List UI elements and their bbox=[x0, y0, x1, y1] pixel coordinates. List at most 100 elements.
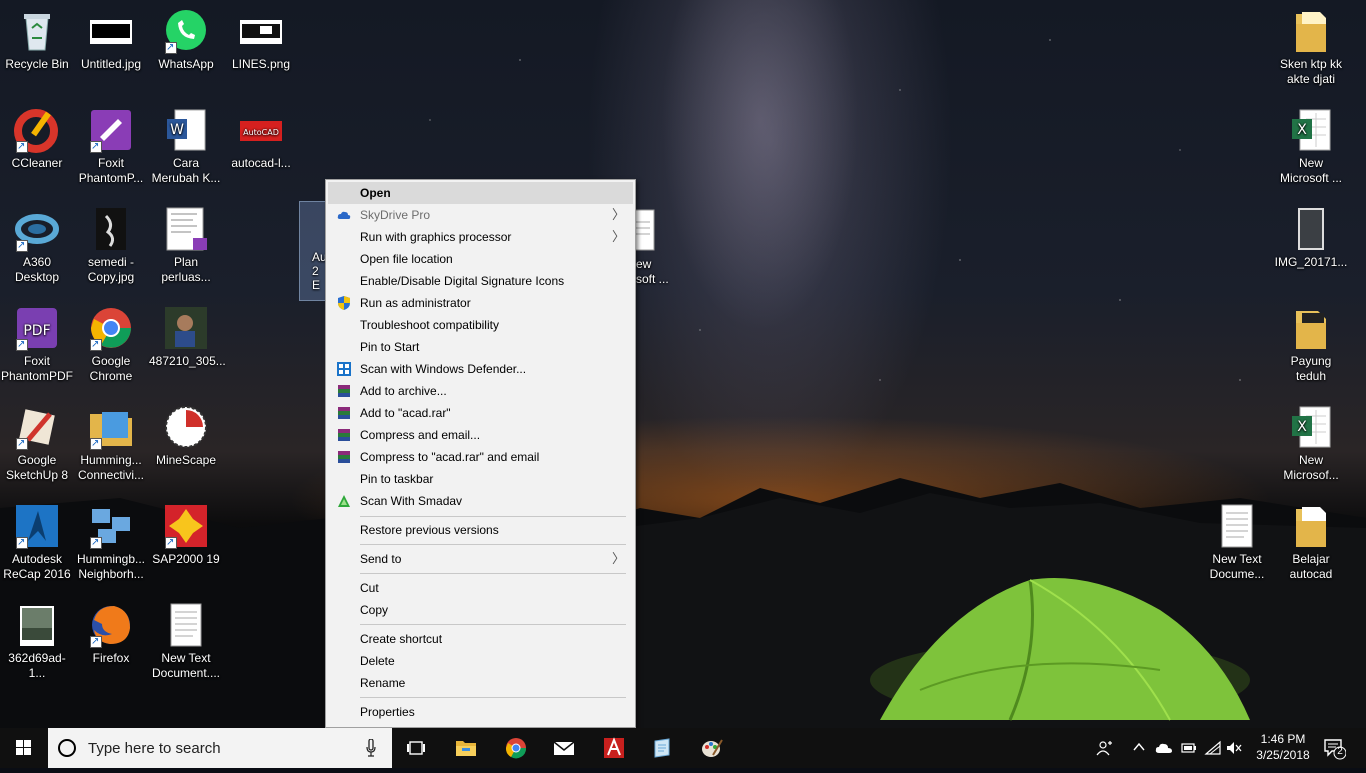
wifi-icon[interactable] bbox=[1204, 740, 1222, 756]
menu-item-label: Compress and email... bbox=[360, 428, 481, 442]
desktop-icon-new-text-document[interactable]: New Text Document.... bbox=[149, 598, 223, 681]
menu-item-label: SkyDrive Pro bbox=[360, 208, 431, 222]
document-icon bbox=[625, 206, 656, 251]
volume-muted-icon[interactable] bbox=[1226, 740, 1242, 756]
menu-separator bbox=[360, 544, 626, 545]
menu-item-label: Open file location bbox=[360, 252, 453, 266]
menu-item-create-shortcut[interactable]: Create shortcut bbox=[328, 628, 633, 650]
winrar-icon bbox=[338, 407, 350, 419]
network-computers-icon bbox=[88, 503, 134, 550]
menu-item-run-as-administrator[interactable]: Run as administrator bbox=[328, 292, 633, 314]
menu-item-properties[interactable]: Properties bbox=[328, 701, 633, 723]
microphone-icon[interactable] bbox=[366, 739, 376, 757]
menu-item-label: Add to "acad.rar" bbox=[360, 406, 451, 420]
taskbar: Type here to search 1:46 PM 3/25/2018 2 bbox=[0, 728, 1366, 768]
desktop-icon-new-microsoft-excel-1[interactable]: X New Microsoft ... bbox=[1274, 103, 1348, 186]
image-thumbnail-icon bbox=[1288, 206, 1334, 252]
taskbar-search-box[interactable]: Type here to search bbox=[48, 728, 392, 768]
task-view-button[interactable] bbox=[392, 728, 440, 768]
folder-icon bbox=[88, 404, 134, 451]
menu-item-label: Add to archive... bbox=[360, 384, 447, 398]
menu-item-open-file-location[interactable]: Open file location bbox=[328, 248, 633, 270]
desktop-icon-google-chrome[interactable]: Google Chrome bbox=[74, 301, 148, 384]
desktop-icon-belajar-autocad[interactable]: Belajar autocad bbox=[1274, 499, 1348, 582]
desktop-icon-new-text-document-2[interactable]: New Text Docume... bbox=[1200, 499, 1274, 582]
action-center-button[interactable]: 2 bbox=[1322, 736, 1347, 760]
desktop-icon-a360[interactable]: A360 Desktop bbox=[0, 202, 74, 285]
desktop-icon-label: WhatsApp bbox=[158, 57, 214, 71]
menu-item-label: Run with graphics processor bbox=[360, 230, 512, 244]
menu-item-delete[interactable]: Delete bbox=[328, 650, 633, 672]
desktop-icon-payung-teduh[interactable]: Payung teduh bbox=[1274, 301, 1348, 384]
desktop-icon-google-sketchup[interactable]: Google SketchUp 8 bbox=[0, 400, 74, 483]
menu-item-cut[interactable]: Cut bbox=[328, 577, 633, 599]
autocad-icon bbox=[604, 737, 624, 758]
desktop-icon-label: New Text Document.... bbox=[151, 651, 221, 680]
shortcut-arrow-icon bbox=[16, 238, 28, 253]
foxit-pdf-icon: PDF bbox=[14, 305, 60, 352]
desktop-icon-whatsapp[interactable]: WhatsApp bbox=[149, 4, 223, 72]
taskbar-file-explorer[interactable] bbox=[442, 728, 490, 768]
desktop-icon-label: New Text Docume... bbox=[1209, 552, 1265, 581]
menu-item-scan-with-smadav[interactable]: Scan With Smadav bbox=[328, 490, 633, 512]
desktop-icon-hummingbird-neighborhood[interactable]: Hummingb... Neighborh... bbox=[74, 499, 148, 582]
desktop-icon-foxit-phantompdf[interactable]: PDF Foxit PhantomPDF bbox=[0, 301, 74, 384]
battery-icon[interactable] bbox=[1180, 740, 1198, 756]
desktop-icon-plan-perluasan[interactable]: Plan perluas... bbox=[149, 202, 223, 285]
winrar-icon bbox=[338, 385, 350, 397]
desktop-icon-ccleaner[interactable]: CCleaner bbox=[0, 103, 74, 171]
desktop-icon-autodesk-recap[interactable]: Autodesk ReCap 2016 bbox=[0, 499, 74, 582]
desktop-icon-487210[interactable]: 487210_305... bbox=[149, 301, 226, 369]
image-thumbnail-icon: AutoCAD bbox=[238, 107, 284, 153]
desktop-icon-recycle-bin[interactable]: Recycle Bin bbox=[0, 4, 74, 72]
taskbar-clock[interactable]: 1:46 PM 3/25/2018 bbox=[1250, 731, 1316, 763]
menu-item-compress-to-acad-rar-email[interactable]: Compress to "acad.rar" and email bbox=[328, 446, 633, 468]
menu-item-send-to[interactable]: Send to 〉 bbox=[328, 548, 633, 570]
desktop-icon-sken-ktp[interactable]: Sken ktp kk akte djati bbox=[1274, 4, 1348, 87]
menu-item-add-to-archive[interactable]: Add to archive... bbox=[328, 380, 633, 402]
menu-item-pin-to-start[interactable]: Pin to Start bbox=[328, 336, 633, 358]
winrar-icon bbox=[338, 451, 350, 463]
menu-item-compress-and-email[interactable]: Compress and email... bbox=[328, 424, 633, 446]
desktop-icon-semedi-copy[interactable]: semedi - Copy.jpg bbox=[74, 202, 148, 285]
menu-item-digital-signature-icons[interactable]: Enable/Disable Digital Signature Icons bbox=[328, 270, 633, 292]
chevron-up-icon[interactable] bbox=[1132, 740, 1146, 754]
desktop-icon-sap2000[interactable]: SAP2000 19 bbox=[149, 499, 223, 567]
desktop-icon-cara-merubah[interactable]: W Cara Merubah K... bbox=[149, 103, 223, 186]
cortana-circle-icon bbox=[58, 739, 76, 757]
menu-item-run-with-gpu[interactable]: Run with graphics processor 〉 bbox=[328, 226, 633, 248]
menu-item-rename[interactable]: Rename bbox=[328, 672, 633, 694]
desktop-icon-new-microsoft-excel-2[interactable]: X New Microsof... bbox=[1274, 400, 1348, 483]
menu-item-troubleshoot-compatibility[interactable]: Troubleshoot compatibility bbox=[328, 314, 633, 336]
desktop-icon-foxit-phantomp[interactable]: Foxit PhantomP... bbox=[74, 103, 148, 186]
taskbar-app-notes[interactable] bbox=[638, 728, 686, 768]
people-icon[interactable] bbox=[1096, 739, 1114, 757]
desktop-icon-minescape[interactable]: MineScape bbox=[149, 400, 223, 468]
desktop-icon-label: Firefox bbox=[92, 651, 130, 665]
menu-item-copy[interactable]: Copy bbox=[328, 599, 633, 621]
menu-item-add-to-acad-rar[interactable]: Add to "acad.rar" bbox=[328, 402, 633, 424]
menu-item-scan-windows-defender[interactable]: Scan with Windows Defender... bbox=[328, 358, 633, 380]
taskbar-mail[interactable] bbox=[540, 728, 588, 768]
desktop-icon-lines-png[interactable]: LINES.png bbox=[224, 4, 298, 72]
taskbar-autocad[interactable] bbox=[590, 728, 638, 768]
desktop-icon-img-20171[interactable]: IMG_20171... bbox=[1274, 202, 1348, 270]
taskbar-paint[interactable] bbox=[688, 728, 736, 768]
menu-item-label: Restore previous versions bbox=[360, 523, 499, 537]
desktop-icon-label: A360 Desktop bbox=[14, 255, 60, 284]
uac-shield-icon bbox=[338, 296, 350, 310]
start-button[interactable] bbox=[0, 728, 48, 768]
menu-item-pin-to-taskbar[interactable]: Pin to taskbar bbox=[328, 468, 633, 490]
submenu-arrow-icon: 〉 bbox=[611, 551, 625, 566]
desktop-icon-untitled-jpg[interactable]: Untitled.jpg bbox=[74, 4, 148, 72]
menu-item-open[interactable]: Open bbox=[328, 182, 633, 204]
desktop-icon-autocad-l[interactable]: AutoCAD autocad-l... bbox=[224, 103, 298, 171]
menu-item-restore-previous-versions[interactable]: Restore previous versions bbox=[328, 519, 633, 541]
taskbar-chrome[interactable] bbox=[492, 728, 540, 768]
desktop-icon-firefox[interactable]: Firefox bbox=[74, 598, 148, 666]
desktop-icon-label: Cara Merubah K... bbox=[151, 156, 221, 185]
menu-item-skydrive-pro[interactable]: SkyDrive Pro 〉 bbox=[328, 204, 633, 226]
cloud-icon[interactable] bbox=[1154, 740, 1174, 756]
desktop-icon-362d69ad[interactable]: 362d69ad-1... bbox=[0, 598, 74, 681]
desktop-icon-hummingbird-connectivity[interactable]: Humming... Connectivi... bbox=[74, 400, 148, 483]
